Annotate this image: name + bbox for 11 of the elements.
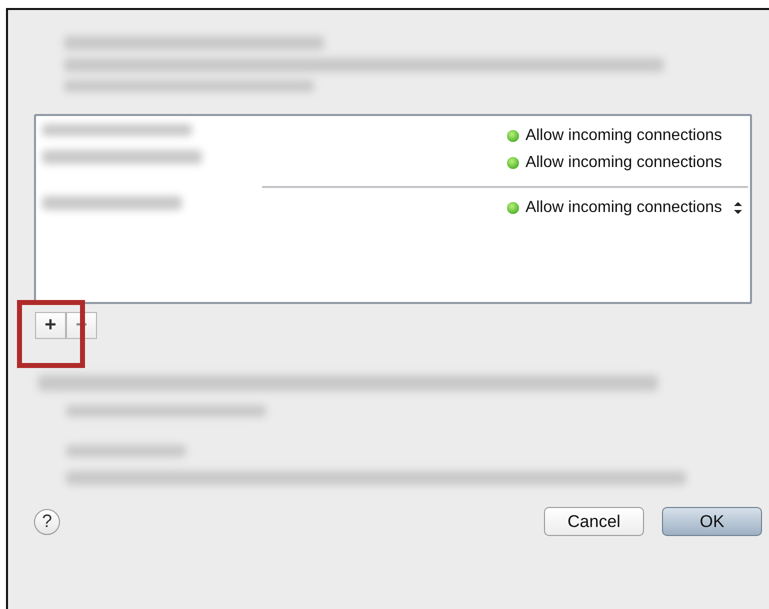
ok-button[interactable]: OK — [662, 507, 762, 536]
rule-label: Allow incoming connections — [525, 154, 722, 172]
rule-label: Allow incoming connections — [525, 126, 722, 144]
help-button[interactable]: ? — [34, 508, 60, 534]
stepper-icon[interactable] — [734, 202, 742, 214]
status-dot-icon — [507, 202, 520, 214]
cancel-button[interactable]: Cancel — [544, 507, 644, 536]
add-button[interactable]: + — [35, 312, 66, 339]
rule-popup[interactable]: Allow incoming connections — [525, 198, 722, 216]
status-dot-icon — [507, 156, 520, 168]
status-dot-icon — [507, 130, 520, 142]
